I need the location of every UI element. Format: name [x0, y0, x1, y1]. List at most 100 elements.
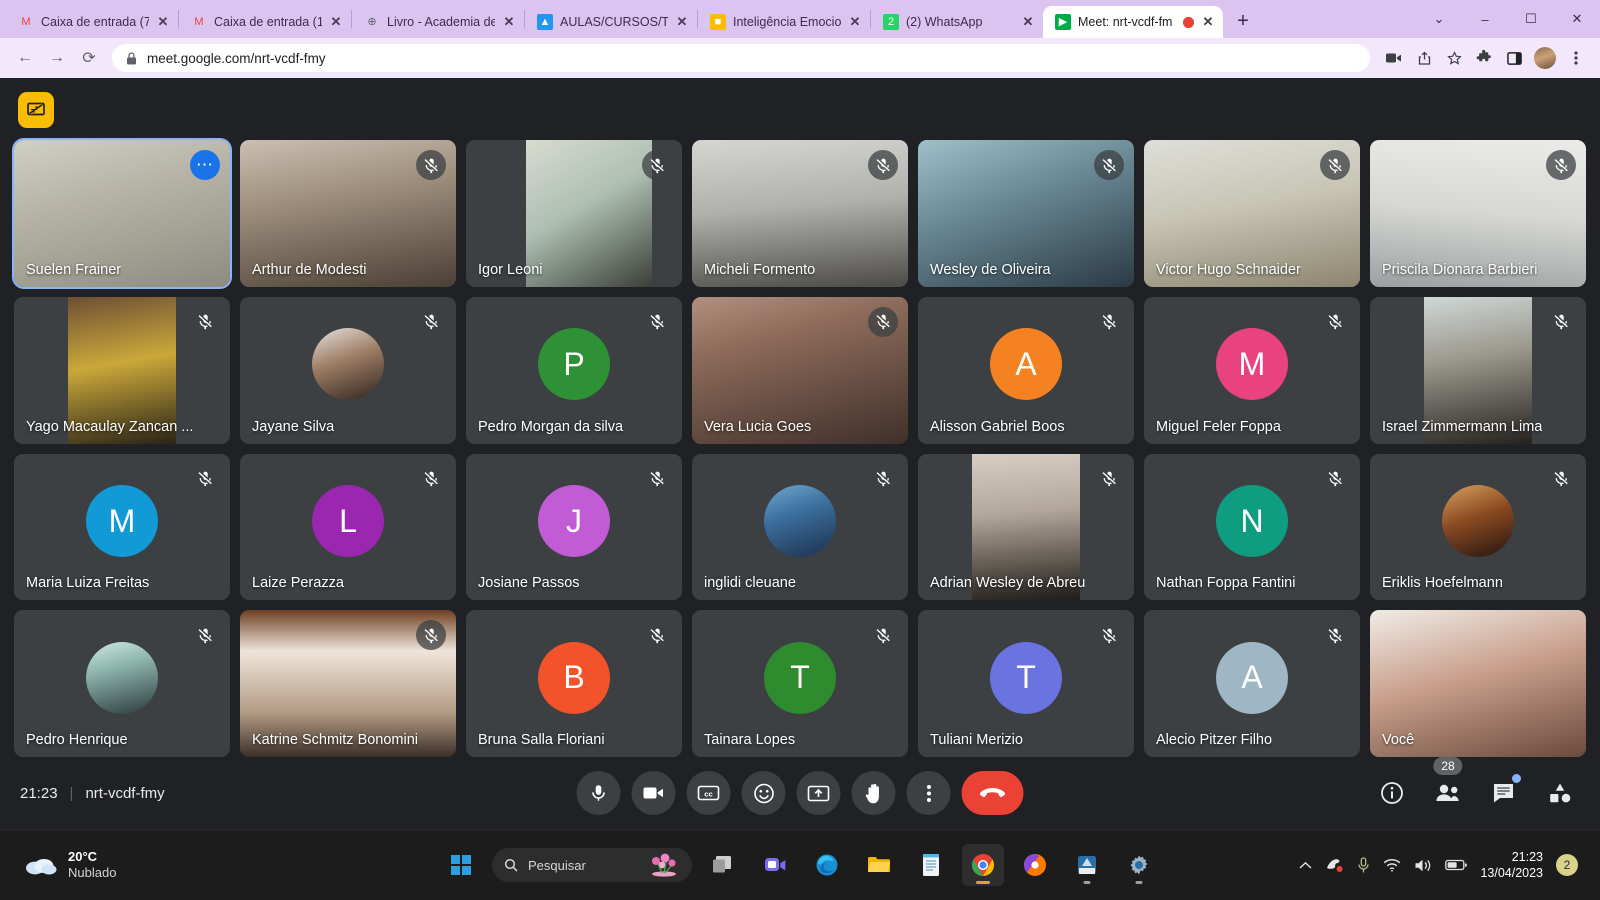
participant-tile[interactable]: Você	[1370, 610, 1586, 757]
tab-close-button[interactable]: ✕	[156, 14, 170, 30]
tile-more-options-icon[interactable]: ⋯	[190, 150, 220, 180]
participant-tile[interactable]: inglidi cleuane	[692, 453, 908, 601]
participant-name: Miguel Feler Foppa	[1156, 418, 1281, 435]
leave-call-button[interactable]	[961, 771, 1024, 815]
battery-icon[interactable]	[1445, 859, 1468, 871]
stop-presenting-icon[interactable]	[18, 92, 54, 128]
weather-widget[interactable]: 20°C Nublado	[10, 849, 116, 881]
tab-close-button[interactable]: ✕	[502, 14, 516, 30]
meeting-details-button[interactable]	[1372, 773, 1412, 813]
close-window-button[interactable]: ✕	[1554, 0, 1600, 38]
participant-tile[interactable]: Katrine Schmitz Bonomini	[240, 610, 456, 757]
browser-tab[interactable]: ⊕ Livro - Academia de L ✕	[352, 6, 524, 38]
participant-tile[interactable]: Adrian Wesley de Abreu	[918, 453, 1134, 601]
participant-tile[interactable]: Yago Macaulay Zancan ...	[14, 296, 230, 444]
participant-tile[interactable]: Wesley de Oliveira	[918, 140, 1134, 287]
back-button[interactable]: ←	[10, 43, 40, 73]
media-cast-icon[interactable]	[1380, 44, 1408, 72]
windows-store-icon[interactable]	[1066, 844, 1108, 886]
reactions-button[interactable]	[741, 771, 786, 815]
tab-close-button[interactable]: ✕	[848, 14, 862, 30]
side-panel-icon[interactable]	[1500, 44, 1528, 72]
participant-tile[interactable]: L Laize Perazza	[240, 453, 456, 601]
volume-icon[interactable]	[1414, 858, 1432, 873]
browser-tab[interactable]: ▲ AULAS/CURSOS/TREI ✕	[525, 6, 697, 38]
zoom-icon[interactable]	[754, 844, 796, 886]
address-bar[interactable]: meet.google.com/nrt-vcdf-fmy	[112, 44, 1370, 72]
microsoft-edge-icon[interactable]	[806, 844, 848, 886]
participant-tile[interactable]: Israel Zimmermann Lima	[1370, 296, 1586, 444]
new-tab-button[interactable]: +	[1229, 7, 1257, 35]
participant-tile[interactable]: J Josiane Passos	[466, 453, 682, 601]
bookmark-star-icon[interactable]	[1440, 44, 1468, 72]
participant-tile[interactable]: Micheli Formento	[692, 140, 908, 287]
task-view-icon[interactable]	[702, 844, 744, 886]
participant-tile[interactable]: A Alecio Pitzer Filho	[1144, 610, 1360, 757]
participant-tile[interactable]: Igor Leoni	[466, 140, 682, 287]
browser-window: M Caixa de entrada (7) - ✕ M Caixa de entrad…	[0, 0, 1600, 829]
taskbar-clock[interactable]: 21:23 13/04/2023	[1480, 849, 1543, 882]
chrome-menu-icon[interactable]	[1562, 44, 1590, 72]
participant-initial-avatar: A	[990, 328, 1062, 401]
participant-tile[interactable]: Pedro Henrique	[14, 610, 230, 757]
tab-search-chevron-icon[interactable]: ⌄	[1416, 0, 1462, 38]
avast-icon[interactable]	[1014, 844, 1056, 886]
browser-tab[interactable]: ■ Inteligência Emociona ✕	[698, 6, 870, 38]
captions-button[interactable]: cc	[686, 771, 731, 815]
participant-tile[interactable]: Arthur de Modesti	[240, 140, 456, 287]
windows-start-icon[interactable]	[440, 844, 482, 886]
browser-tab[interactable]: M Caixa de entrada (7) - ✕	[6, 6, 178, 38]
notepad-icon[interactable]	[910, 844, 952, 886]
share-icon[interactable]	[1410, 44, 1438, 72]
tab-close-button[interactable]: ✕	[1201, 14, 1215, 30]
tab-close-button[interactable]: ✕	[329, 14, 343, 30]
tab-close-button[interactable]: ✕	[1021, 14, 1035, 30]
participant-tile[interactable]: M Miguel Feler Foppa	[1144, 296, 1360, 444]
participant-tile[interactable]: Eriklis Hoefelmann	[1370, 453, 1586, 601]
participant-tile[interactable]: Jayane Silva	[240, 296, 456, 444]
tab-close-button[interactable]: ✕	[675, 14, 689, 30]
minimize-button[interactable]: –	[1462, 0, 1508, 38]
file-explorer-icon[interactable]	[858, 844, 900, 886]
participant-name: Bruna Salla Floriani	[478, 732, 605, 748]
google-chrome-icon[interactable]	[962, 844, 1004, 886]
settings-icon[interactable]	[1118, 844, 1160, 886]
participant-tile[interactable]: Priscila Dionara Barbieri	[1370, 140, 1586, 287]
participant-name: Você	[1382, 732, 1415, 748]
raise-hand-button[interactable]	[851, 771, 896, 815]
recording-indicator-icon	[1183, 16, 1194, 28]
reload-button[interactable]: ⟳	[74, 43, 104, 73]
participant-tile[interactable]: A Alisson Gabriel Boos	[918, 296, 1134, 444]
show-everyone-button[interactable]: 28	[1428, 757, 1468, 813]
participant-tile[interactable]: T Tainara Lopes	[692, 610, 908, 757]
participant-tile[interactable]: T Tuliani Merizio	[918, 610, 1134, 757]
participant-tile[interactable]: N Nathan Foppa Fantini	[1144, 453, 1360, 601]
maximize-button[interactable]: ☐	[1508, 0, 1554, 38]
participant-name: Katrine Schmitz Bonomini	[252, 732, 419, 748]
present-now-button[interactable]	[796, 771, 841, 815]
extensions-puzzle-icon[interactable]	[1470, 44, 1498, 72]
profile-avatar[interactable]	[1534, 47, 1556, 69]
participant-tile[interactable]: Vera Lucia Goes	[692, 296, 908, 444]
camera-button[interactable]	[631, 771, 676, 815]
taskbar-search[interactable]: Pesquisar	[492, 848, 692, 882]
browser-tab[interactable]: M Caixa de entrada (16) ✕	[179, 6, 351, 38]
participant-tile[interactable]: Victor Hugo Schnaider	[1144, 140, 1360, 287]
browser-tab[interactable]: 2 (2) WhatsApp ✕	[871, 6, 1043, 38]
browser-tab[interactable]: ▶ Meet: nrt-vcdf-fm ✕	[1043, 6, 1223, 38]
show-hidden-icons-chevron[interactable]	[1299, 861, 1312, 870]
microphone-tray-icon[interactable]	[1357, 856, 1370, 874]
participant-tile[interactable]: P Pedro Morgan da silva	[466, 296, 682, 444]
avast-tray-icon[interactable]	[1325, 857, 1344, 873]
participant-tile[interactable]: ⋯ Suelen Frainer	[14, 140, 230, 287]
notification-badge[interactable]: 2	[1556, 854, 1578, 876]
more-options-button[interactable]	[906, 771, 951, 815]
forward-button[interactable]: →	[42, 43, 72, 73]
participant-tile[interactable]: M Maria Luiza Freitas	[14, 453, 230, 601]
participant-tile[interactable]: B Bruna Salla Floriani	[466, 610, 682, 757]
activities-button[interactable]	[1540, 773, 1580, 813]
microphone-button[interactable]	[576, 771, 621, 815]
participant-name: inglidi cleuane	[704, 575, 796, 592]
wifi-icon[interactable]	[1383, 858, 1401, 872]
chat-button[interactable]	[1484, 773, 1524, 813]
